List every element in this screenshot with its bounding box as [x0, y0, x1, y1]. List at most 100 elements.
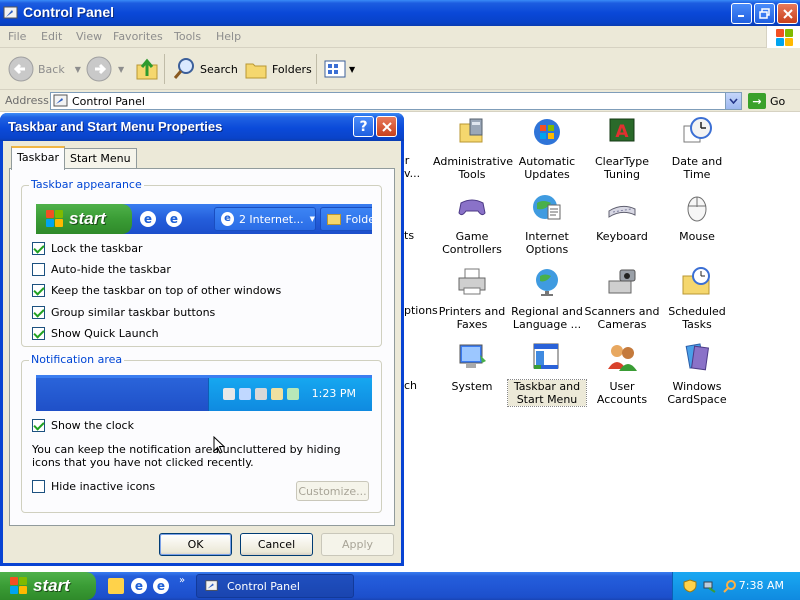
- taskbar-task-control-panel[interactable]: Control Panel: [196, 574, 354, 598]
- option-label: Lock the taskbar: [51, 241, 143, 255]
- keyboard-icon: [608, 205, 636, 218]
- start-label: start: [33, 576, 70, 595]
- system-tray: 7:38 AM: [672, 572, 800, 600]
- cp-item-scanners-and-cameras[interactable]: Scanners and Cameras: [583, 266, 661, 331]
- cp-item-taskbar-and-start-menu[interactable]: Taskbar and Start Menu: [507, 341, 587, 407]
- cp-item-printers-and-faxes[interactable]: Printers and Faxes: [433, 266, 511, 331]
- cp-item-date-and-time[interactable]: Date and Time: [658, 116, 736, 181]
- scanners-icon: [608, 269, 636, 294]
- cleartype-icon: A: [609, 118, 635, 142]
- cp-item-windows-cardspace[interactable]: Windows CardSpace: [658, 341, 736, 406]
- go-button[interactable]: → Go: [748, 92, 785, 110]
- menu-favorites[interactable]: Favorites: [113, 30, 163, 43]
- cp-item-label: Scanners and Cameras: [584, 305, 660, 331]
- auto-hide-checkbox[interactable]: [32, 262, 45, 276]
- cp-item-administrative-tools[interactable]: Administrative Tools: [433, 116, 513, 181]
- preview-task-folder: Folde: [320, 207, 372, 231]
- hide-inactive-checkbox[interactable]: [32, 479, 45, 493]
- customize-button[interactable]: Customize...: [296, 481, 369, 501]
- menu-tools[interactable]: Tools: [174, 30, 201, 43]
- restore-icon: [759, 8, 770, 19]
- quick-launch-checkbox[interactable]: [32, 326, 45, 340]
- menu-file[interactable]: File: [8, 30, 26, 43]
- forward-arrow-icon: [86, 56, 112, 82]
- option-hide-inactive[interactable]: Hide inactive icons: [32, 478, 155, 494]
- search-icon[interactable]: [723, 579, 737, 593]
- cancel-button[interactable]: Cancel: [240, 533, 313, 556]
- chevron-right-icon[interactable]: »: [179, 575, 185, 586]
- notification-preview: 1:23 PM: [36, 375, 372, 411]
- views-icon: [324, 60, 346, 78]
- cp-item-cleartype-tuning[interactable]: A ClearType Tuning: [583, 116, 661, 181]
- cp-item-game-controllers[interactable]: Game Controllers: [433, 191, 511, 256]
- search-button[interactable]: Search: [172, 54, 238, 84]
- option-label: Show the clock: [51, 418, 134, 432]
- option-keep-on-top[interactable]: Keep the taskbar on top of other windows: [32, 282, 281, 298]
- cp-item-label: Internet Options: [525, 230, 569, 256]
- option-quick-launch[interactable]: Show Quick Launch: [32, 325, 159, 341]
- cp-item-label: Game Controllers: [442, 230, 502, 256]
- cp-item-keyboard[interactable]: Keyboard: [583, 191, 661, 243]
- minimize-button[interactable]: [731, 3, 752, 24]
- apply-button[interactable]: Apply: [321, 533, 394, 556]
- control-panel-small-icon: [53, 94, 68, 107]
- option-auto-hide[interactable]: Auto-hide the taskbar: [32, 261, 171, 277]
- group-buttons-checkbox[interactable]: [32, 305, 45, 319]
- address-dropdown-button[interactable]: [725, 93, 741, 109]
- close-button[interactable]: [777, 3, 798, 24]
- cp-item-scheduled-tasks[interactable]: Scheduled Tasks: [658, 266, 736, 331]
- network-icon[interactable]: [703, 579, 717, 593]
- option-show-clock[interactable]: Show the clock: [32, 417, 134, 433]
- up-folder-button[interactable]: [134, 54, 160, 84]
- menu-view[interactable]: View: [76, 30, 102, 43]
- outlook-express-icon[interactable]: e: [153, 578, 169, 594]
- tab-panel: Taskbar appearance start e e e 2 Interne…: [9, 168, 395, 526]
- cp-item-label: User Accounts: [596, 380, 648, 406]
- restore-button[interactable]: [754, 3, 775, 24]
- windows-logo: [766, 26, 800, 48]
- forward-button[interactable]: ▼: [86, 54, 124, 84]
- taskbar-start-menu-icon: [533, 343, 559, 369]
- dialog-close-button[interactable]: [376, 116, 397, 137]
- cp-item-automatic-updates[interactable]: Automatic Updates: [508, 116, 586, 181]
- cp-item-label: Regional and Language ...: [511, 305, 583, 331]
- outlook-express-icon: e: [166, 211, 182, 227]
- lock-taskbar-checkbox[interactable]: [32, 241, 45, 255]
- cp-item-internet-options[interactable]: Internet Options: [508, 191, 586, 256]
- address-input[interactable]: Control Panel: [50, 92, 742, 110]
- menu-edit[interactable]: Edit: [41, 30, 62, 43]
- control-panel-small-icon: [205, 580, 218, 591]
- tab-taskbar[interactable]: Taskbar: [11, 146, 65, 170]
- window-title: Control Panel: [23, 4, 115, 20]
- cp-item-system[interactable]: System: [433, 341, 511, 393]
- show-clock-checkbox[interactable]: [32, 418, 45, 432]
- tray-icon: [287, 388, 299, 400]
- tab-start-menu[interactable]: Start Menu: [64, 148, 137, 169]
- menu-help[interactable]: Help: [216, 30, 241, 43]
- ie-icon[interactable]: e: [131, 578, 147, 594]
- back-button[interactable]: Back ▼: [8, 54, 81, 84]
- option-group-buttons[interactable]: Group similar taskbar buttons: [32, 304, 215, 320]
- window-titlebar[interactable]: Control Panel: [0, 0, 800, 26]
- option-lock-taskbar[interactable]: Lock the taskbar: [32, 240, 143, 256]
- security-shield-icon[interactable]: [683, 579, 697, 593]
- keep-on-top-checkbox[interactable]: [32, 283, 45, 297]
- start-button[interactable]: start: [0, 572, 96, 600]
- help-button[interactable]: ?: [353, 116, 374, 137]
- up-folder-icon: [136, 58, 158, 80]
- show-desktop-icon[interactable]: [108, 578, 124, 594]
- address-value: Control Panel: [72, 95, 145, 108]
- cp-item-user-accounts[interactable]: User Accounts: [583, 341, 661, 406]
- ie-icon: e: [140, 211, 156, 227]
- option-label: Keep the taskbar on top of other windows: [51, 283, 282, 297]
- preview-task-label: Folde: [345, 212, 372, 226]
- svg-text:A: A: [615, 122, 629, 142]
- taskbar-properties-dialog: Taskbar and Start Menu Properties ? Task…: [0, 113, 404, 566]
- ok-button[interactable]: OK: [159, 533, 232, 556]
- views-button[interactable]: ▼: [323, 54, 355, 84]
- tray-icon: [239, 388, 251, 400]
- cp-item-mouse[interactable]: Mouse: [658, 191, 736, 243]
- dialog-titlebar[interactable]: Taskbar and Start Menu Properties ?: [0, 113, 404, 141]
- folders-button[interactable]: Folders: [244, 54, 312, 84]
- cp-item-regional-and-language[interactable]: Regional and Language ...: [508, 266, 586, 331]
